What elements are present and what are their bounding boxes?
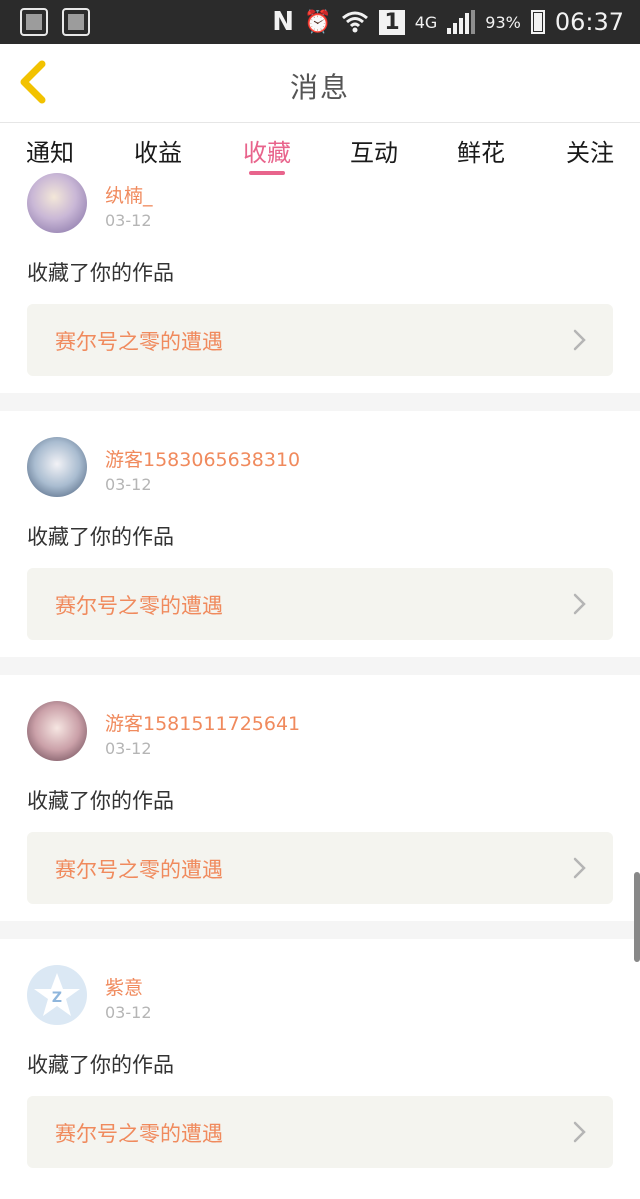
list-item: 游客1581511725641 03-12 收藏了你的作品 赛尔号之零的遭遇 — [0, 675, 640, 921]
battery-icon — [530, 10, 545, 34]
scrollbar[interactable] — [634, 872, 640, 962]
avatar[interactable] — [27, 701, 87, 761]
image-icon — [20, 8, 48, 36]
tab-following[interactable]: 关注 — [550, 133, 630, 168]
battery-percent: 93% — [485, 12, 521, 32]
message-text: 收藏了你的作品 — [27, 1053, 174, 1077]
username[interactable]: 游客1581511725641 — [105, 709, 300, 736]
signal-icon — [447, 10, 476, 34]
message-date: 03-12 — [105, 211, 152, 230]
work-title: 赛尔号之零的遭遇 — [55, 330, 223, 354]
work-link[interactable]: 赛尔号之零的遭遇 — [27, 832, 613, 904]
message-text: 收藏了你的作品 — [27, 525, 174, 549]
alarm-icon: ⏰ — [303, 9, 332, 35]
baidu-paw-icon — [62, 8, 90, 36]
username[interactable]: 紫意 — [105, 973, 143, 1000]
chevron-right-icon — [573, 593, 586, 615]
divider — [0, 393, 640, 411]
chevron-right-icon — [573, 1121, 586, 1143]
tab-favorites[interactable]: 收藏 — [227, 133, 307, 168]
list-item: Z 紫意 03-12 收藏了你的作品 赛尔号之零的遭遇 — [0, 939, 640, 1199]
avatar[interactable]: Z — [27, 965, 87, 1025]
message-date: 03-12 — [105, 739, 152, 758]
work-title: 赛尔号之零的遭遇 — [55, 1122, 223, 1146]
active-tab-indicator — [249, 171, 285, 175]
svg-text:Z: Z — [52, 990, 62, 1006]
work-link[interactable]: 赛尔号之零的遭遇 — [27, 568, 613, 640]
sim-indicator: 1 — [379, 9, 405, 35]
divider — [0, 921, 640, 939]
wifi-icon — [342, 11, 369, 33]
tab-notifications[interactable]: 通知 — [10, 133, 90, 168]
avatar[interactable] — [27, 173, 87, 233]
tab-bar: 通知 收益 收藏 互动 鲜花 关注 — [0, 123, 640, 177]
star-avatar-icon: Z — [34, 973, 80, 1016]
nfc-icon: N — [272, 7, 294, 37]
title-bar: 消息 — [0, 44, 640, 123]
message-date: 03-12 — [105, 1003, 152, 1022]
message-text: 收藏了你的作品 — [27, 261, 174, 285]
work-title: 赛尔号之零的遭遇 — [55, 594, 223, 618]
message-date: 03-12 — [105, 475, 152, 494]
tab-interactions[interactable]: 互动 — [334, 133, 414, 168]
clock: 06:37 — [554, 8, 624, 36]
tab-earnings[interactable]: 收益 — [118, 133, 198, 168]
work-link[interactable]: 赛尔号之零的遭遇 — [27, 304, 613, 376]
list-item: 纨楠_ 03-12 收藏了你的作品 赛尔号之零的遭遇 — [0, 173, 640, 393]
chevron-right-icon — [573, 329, 586, 351]
network-type: 4G — [414, 12, 438, 32]
username[interactable]: 纨楠_ — [105, 181, 153, 208]
list-item: 游客1583065638310 03-12 收藏了你的作品 赛尔号之零的遭遇 — [0, 411, 640, 657]
message-text: 收藏了你的作品 — [27, 789, 174, 813]
avatar[interactable] — [27, 437, 87, 497]
chevron-right-icon — [573, 857, 586, 879]
page-title: 消息 — [289, 71, 350, 104]
work-title: 赛尔号之零的遭遇 — [55, 858, 223, 882]
username[interactable]: 游客1583065638310 — [105, 445, 300, 472]
status-bar: N ⏰ 1 4G 93% 06:37 — [0, 0, 640, 44]
divider — [0, 657, 640, 675]
work-link[interactable]: 赛尔号之零的遭遇 — [27, 1096, 613, 1168]
tab-flowers[interactable]: 鲜花 — [441, 133, 521, 168]
